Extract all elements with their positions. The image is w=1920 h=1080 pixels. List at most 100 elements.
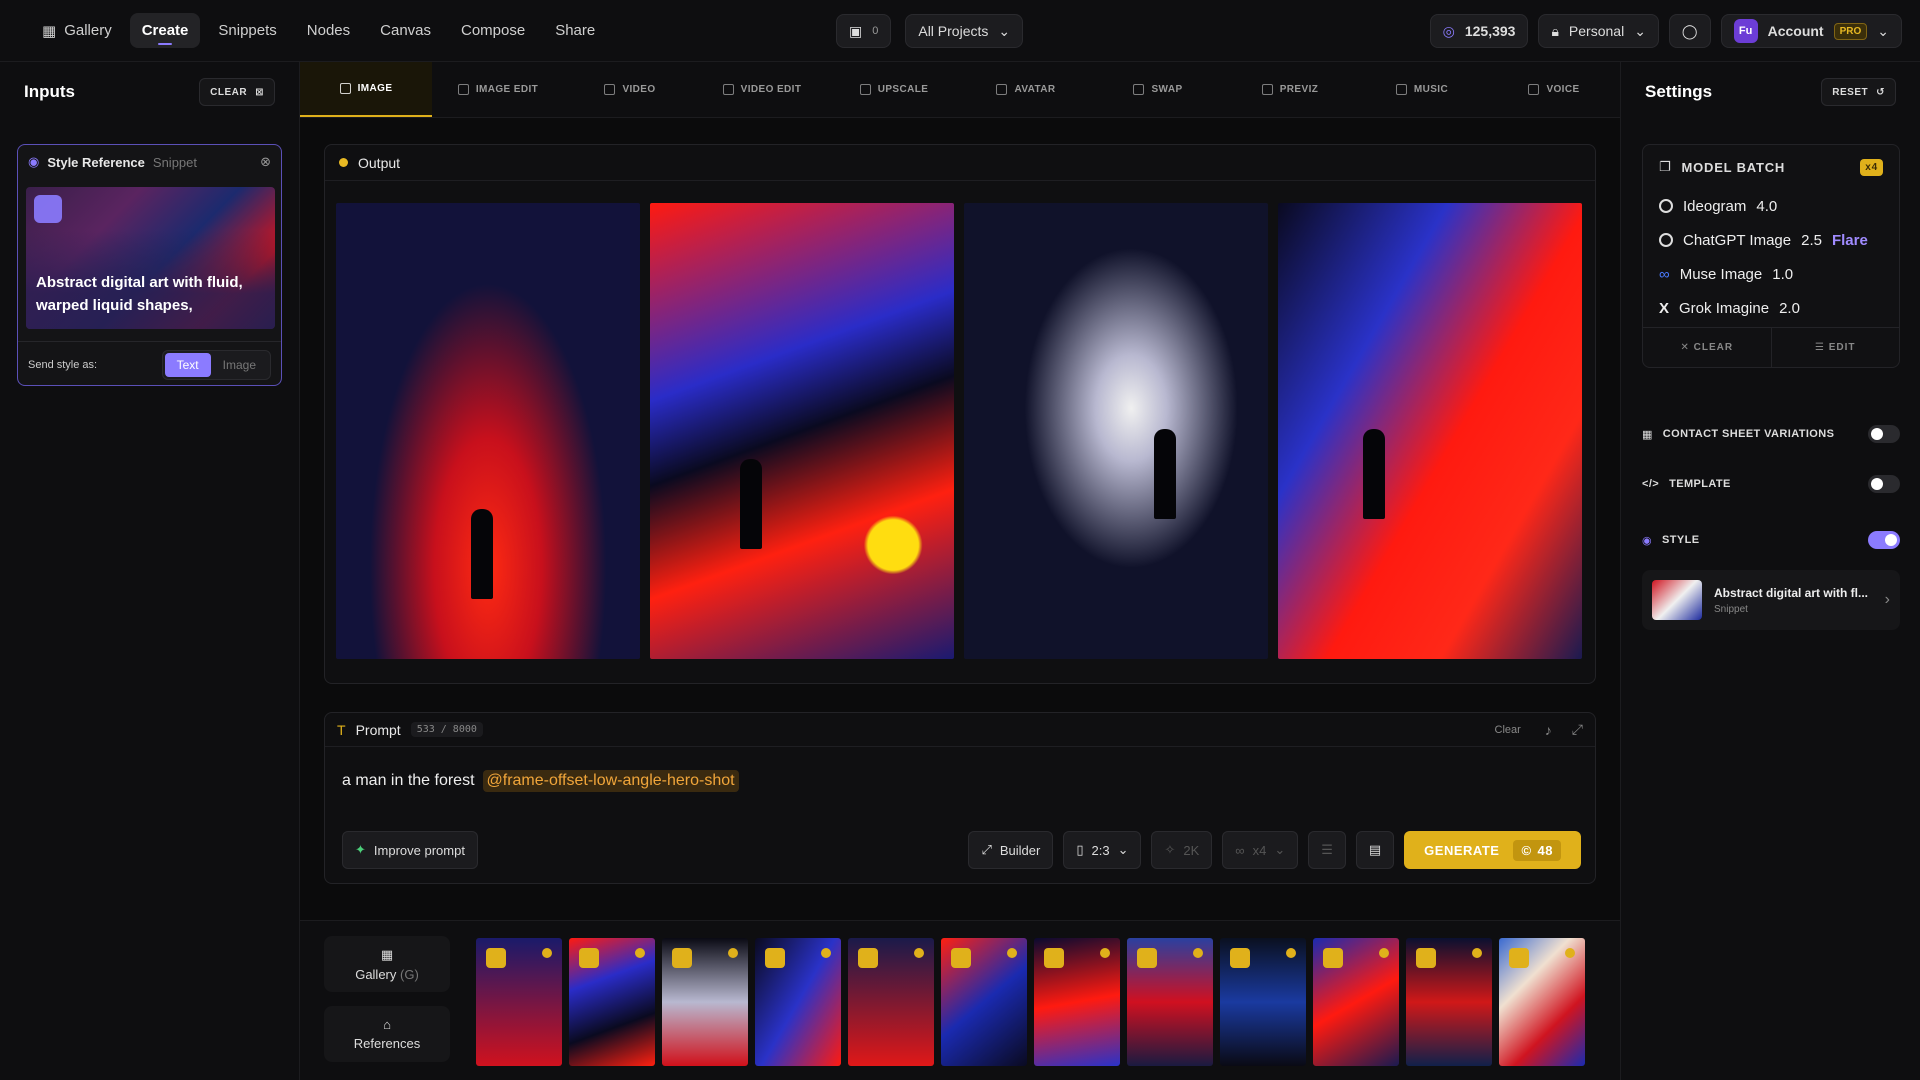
history-thumb[interactable] xyxy=(1499,938,1585,1066)
history-thumb[interactable] xyxy=(569,938,655,1066)
aspect-ratio-dropdown[interactable]: ▯ 2:3 ⌄ xyxy=(1063,831,1142,869)
tab-video[interactable]: VIDEO xyxy=(564,62,696,117)
builder-button[interactable]: ⤢ Builder xyxy=(968,831,1054,869)
chevron-right-icon: › xyxy=(1884,591,1890,608)
output-image-4[interactable] xyxy=(1278,203,1582,659)
tab-previz[interactable]: PREVIZ xyxy=(1224,62,1356,117)
swap-icon xyxy=(1133,84,1145,95)
clear-inputs-button[interactable]: CLEAR ⊠ xyxy=(199,78,275,106)
top-bar: ▦ Gallery Create Snippets Nodes Canvas Co… xyxy=(0,0,1920,62)
style-reference-card[interactable]: ◉ Style Reference Snippet ⊗ Abstract dig… xyxy=(17,144,282,386)
tab-image-edit[interactable]: IMAGE EDIT xyxy=(432,62,564,117)
send-as-text-option[interactable]: Text xyxy=(164,352,211,377)
style-toggle[interactable] xyxy=(1868,531,1900,549)
chevron-down-icon: ⌄ xyxy=(1634,22,1646,39)
history-thumb[interactable] xyxy=(1406,938,1492,1066)
history-thumb[interactable] xyxy=(476,938,562,1066)
history-thumb[interactable] xyxy=(1220,938,1306,1066)
history-thumb[interactable] xyxy=(755,938,841,1066)
document-button[interactable]: ▤ xyxy=(1355,831,1395,869)
code-icon: </> xyxy=(1642,478,1660,490)
tab-image[interactable]: IMAGE xyxy=(300,62,432,117)
batch-edit-button[interactable]: ☰ EDIT xyxy=(1772,328,1900,367)
list-icon: ☰ xyxy=(1321,842,1333,857)
output-image-2[interactable] xyxy=(650,203,954,659)
resolution-button[interactable]: ✧ 2K xyxy=(1151,831,1213,869)
status-dot xyxy=(339,158,348,167)
projects-dropdown[interactable]: All Projects ⌄ xyxy=(905,14,1024,48)
image-icon xyxy=(765,948,785,968)
history-thumb[interactable] xyxy=(1313,938,1399,1066)
model-item-ideogram[interactable]: Ideogram 4.0 xyxy=(1643,189,1899,223)
nav-gallery[interactable]: ▦ Gallery xyxy=(30,13,124,49)
image-icon xyxy=(339,83,351,94)
nav-compose[interactable]: Compose xyxy=(449,13,537,48)
snippet-header: ◉ Style Reference Snippet ⊗ xyxy=(28,154,271,170)
grid-icon: ▦ xyxy=(1642,428,1653,441)
references-button[interactable]: ⌂ References xyxy=(324,1006,450,1062)
nav-share[interactable]: Share xyxy=(543,13,607,48)
batch-count-dropdown[interactable]: ∞ x4 ⌄ xyxy=(1222,831,1299,869)
model-item-grok[interactable]: X Grok Imagine 2.0 xyxy=(1643,291,1899,325)
output-image-3[interactable] xyxy=(964,203,1268,659)
close-icon[interactable]: ⊗ xyxy=(260,154,271,170)
send-as-image-option[interactable]: Image xyxy=(211,353,268,377)
prompt-mention[interactable]: @frame-offset-low-angle-hero-shot xyxy=(482,770,739,792)
queue-button[interactable]: ▣ 0 xyxy=(836,14,892,48)
nav-create[interactable]: Create xyxy=(129,13,201,48)
gallery-button[interactable]: ▦ Gallery (G) xyxy=(324,936,450,992)
template-toggle[interactable] xyxy=(1868,475,1900,493)
lock-icon: 🔒︎ xyxy=(1551,22,1559,39)
model-item-chatgpt[interactable]: ChatGPT Image 2.5 Flare xyxy=(1643,223,1899,257)
model-item-muse[interactable]: ∞ Muse Image 1.0 xyxy=(1643,257,1899,291)
grok-icon: X xyxy=(1659,299,1670,317)
contact-sheet-toggle[interactable] xyxy=(1868,425,1900,443)
expand-icon[interactable]: ⤢ xyxy=(1572,721,1583,738)
history-thumb[interactable] xyxy=(1127,938,1213,1066)
chat-button[interactable]: ◯ xyxy=(1668,14,1711,48)
link-icon: ∞ xyxy=(1235,842,1245,858)
prompt-input[interactable]: a man in the forest @frame-offset-low-an… xyxy=(342,770,739,792)
image-icon xyxy=(951,948,971,968)
image-icon xyxy=(1323,948,1343,968)
improve-prompt-button[interactable]: ✦ Improve prompt xyxy=(342,831,478,869)
output-panel: Output xyxy=(324,144,1596,684)
account-menu[interactable]: Fu Account PRO ⌄ xyxy=(1720,14,1902,48)
reset-button[interactable]: RESET ↺ xyxy=(1821,78,1896,106)
ideogram-icon xyxy=(1659,199,1673,213)
history-thumb[interactable] xyxy=(941,938,1027,1066)
history-thumb[interactable] xyxy=(1034,938,1120,1066)
video-edit-icon xyxy=(722,84,734,95)
credits-display[interactable]: ◎ 125,393 xyxy=(1429,14,1529,48)
prompt-clear-button[interactable]: Clear xyxy=(1495,724,1521,736)
batch-badge: x4 xyxy=(1860,158,1883,176)
palette-icon: ◉ xyxy=(28,154,40,169)
tab-upscale[interactable]: UPSCALE xyxy=(828,62,960,117)
nav-snippets[interactable]: Snippets xyxy=(206,13,288,48)
clear-icon: ⊠ xyxy=(255,86,264,98)
list-button[interactable]: ☰ xyxy=(1308,831,1346,869)
batch-clear-button[interactable]: ✕ CLEAR xyxy=(1643,328,1772,367)
style-snippet-card[interactable]: Abstract digital art with fl... Snippet … xyxy=(1642,570,1900,630)
generate-button[interactable]: GENERATE © 48 xyxy=(1404,831,1581,869)
image-icon xyxy=(1044,948,1064,968)
tab-voice[interactable]: VOICE xyxy=(1488,62,1620,117)
history-thumb[interactable] xyxy=(662,938,748,1066)
tab-video-edit[interactable]: VIDEO EDIT xyxy=(696,62,828,117)
tab-avatar[interactable]: AVATAR xyxy=(960,62,1092,117)
tab-music[interactable]: MUSIC xyxy=(1356,62,1488,117)
send-style-toggle: Text Image xyxy=(161,349,271,380)
chevron-down-icon: ⌄ xyxy=(1117,842,1129,857)
output-image-1[interactable] xyxy=(336,203,640,659)
history-thumb[interactable] xyxy=(848,938,934,1066)
snippet-preview-image: Abstract digital art with fluid, warped … xyxy=(26,187,275,329)
nav-canvas[interactable]: Canvas xyxy=(368,13,443,48)
mic-icon[interactable]: ♪ xyxy=(1545,722,1552,738)
upscale-icon xyxy=(859,84,871,95)
output-header: Output xyxy=(325,145,1595,181)
char-count: 533 / 8000 xyxy=(410,722,483,737)
send-style-row: Send style as: Text Image xyxy=(18,341,281,385)
workspace-dropdown[interactable]: 🔒︎ Personal ⌄ xyxy=(1538,14,1659,48)
nav-nodes[interactable]: Nodes xyxy=(295,13,362,48)
tab-swap[interactable]: SWAP xyxy=(1092,62,1224,117)
